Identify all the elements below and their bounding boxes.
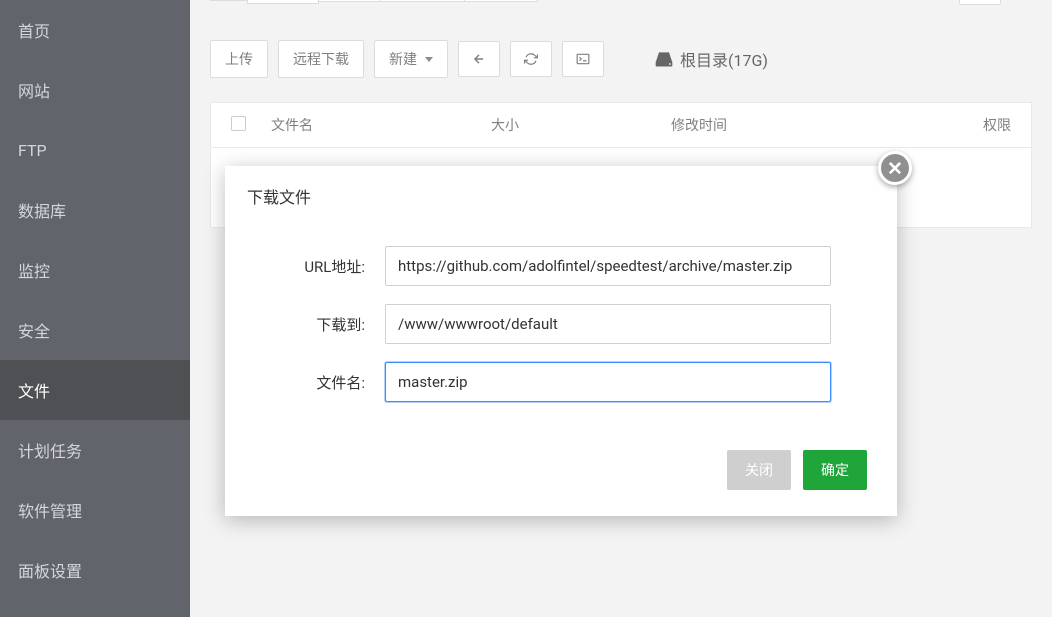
- modal-title: 下载文件: [225, 166, 897, 226]
- close-icon: ✕: [887, 157, 903, 180]
- download-file-modal: ✕ 下载文件 URL地址: 下载到: 文件名: 关闭 确定: [225, 166, 897, 516]
- modal-close-button[interactable]: ✕: [878, 151, 912, 185]
- modal-close-footer-button[interactable]: 关闭: [727, 450, 791, 490]
- filename-label: 文件名:: [255, 372, 385, 393]
- url-label: URL地址:: [255, 256, 385, 277]
- modal-confirm-button[interactable]: 确定: [803, 450, 867, 490]
- url-input[interactable]: [385, 246, 831, 286]
- filename-input[interactable]: [385, 362, 831, 402]
- path-label: 下载到:: [255, 314, 385, 335]
- path-input[interactable]: [385, 304, 831, 344]
